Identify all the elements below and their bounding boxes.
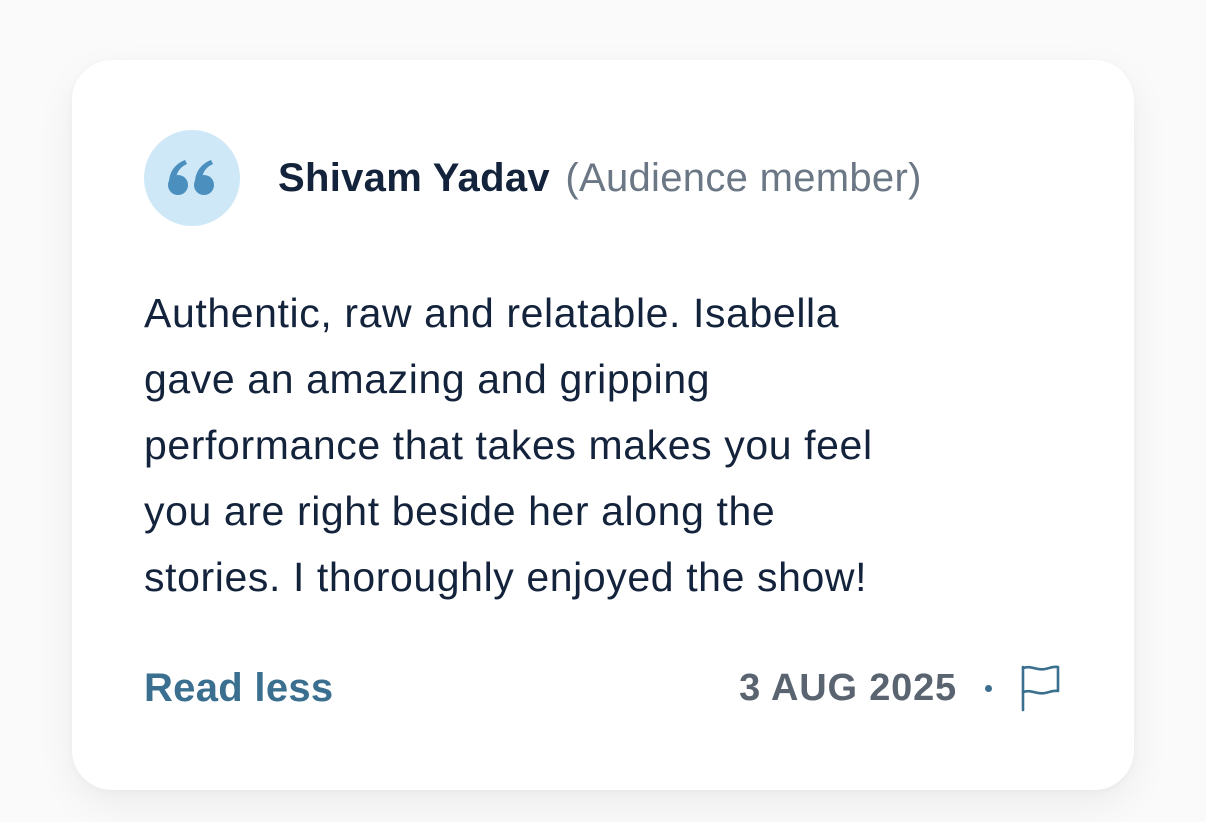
- review-header: Shivam Yadav (Audience member): [144, 130, 922, 226]
- review-text: Authentic, raw and relatable. Isabella g…: [144, 290, 873, 600]
- review-meta: 3 AUG 2025: [739, 664, 1062, 712]
- report-button[interactable]: [1018, 664, 1062, 712]
- review-card: Shivam Yadav (Audience member) Authentic…: [72, 60, 1134, 790]
- flag-icon: [1021, 665, 1060, 712]
- review-date: 3 AUG 2025: [739, 666, 957, 709]
- separator-dot: [985, 684, 992, 692]
- review-footer: Read less 3 AUG 2025: [144, 660, 1062, 716]
- author-role: (Audience member): [565, 156, 922, 200]
- author-name: Shivam Yadav: [278, 156, 550, 200]
- quote-badge: [144, 130, 240, 226]
- quote-icon: [168, 160, 214, 195]
- read-less-button[interactable]: Read less: [144, 666, 333, 711]
- author-line: Shivam Yadav (Audience member): [278, 158, 922, 198]
